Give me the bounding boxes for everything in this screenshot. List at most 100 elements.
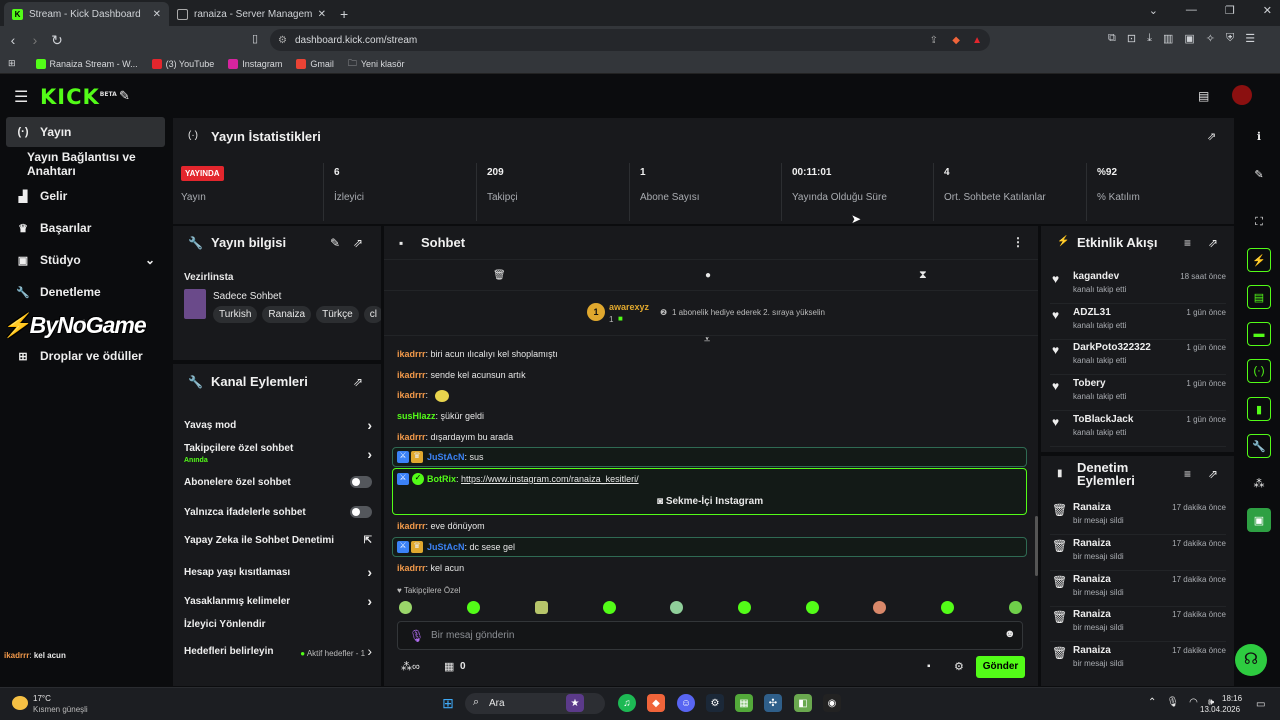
instagram-link[interactable]: https://www.instagram.com/ranaiza_kesitl… bbox=[461, 474, 639, 484]
bookmark-ranaiza[interactable]: Ranaiza Stream - W... bbox=[35, 58, 138, 69]
action-account-age[interactable]: Hesap yaşı kısıtlaması › bbox=[184, 564, 372, 580]
popout-icon[interactable]: ⇗ bbox=[1207, 130, 1216, 143]
action-ai-moderation[interactable]: Yapay Zeka ile Sohbet Denetimi ⇱ bbox=[184, 535, 372, 546]
action-raid[interactable]: İzleyici Yönlendir bbox=[184, 619, 372, 630]
chat-icon[interactable]: ● bbox=[705, 270, 711, 281]
windows-start-icon[interactable]: ⊞ bbox=[439, 694, 457, 712]
chat-input[interactable]: 🎙 Bir mesaj gönderin ☻ bbox=[397, 621, 1023, 650]
wallet-icon[interactable]: ▣ bbox=[1184, 32, 1194, 45]
app-icon[interactable]: ▣ bbox=[1247, 508, 1271, 532]
cube-app-icon[interactable]: ◧ bbox=[794, 694, 812, 712]
notification-icon[interactable]: ▭ bbox=[1256, 699, 1265, 710]
chat-settings-icon[interactable]: ▪ bbox=[927, 661, 931, 672]
obs-icon[interactable]: ◉ bbox=[823, 694, 841, 712]
sidebar-item-gelir[interactable]: ▟ Gelir bbox=[6, 181, 165, 211]
emote-icon[interactable] bbox=[873, 601, 886, 614]
tab-server-management[interactable]: ranaiza - Server Management | MCSe ✕ bbox=[169, 2, 334, 26]
extensions-icon[interactable]: ⧉ bbox=[1108, 32, 1116, 45]
chat-icon[interactable]: ▬ bbox=[1247, 322, 1271, 346]
emote-icon[interactable] bbox=[738, 601, 751, 614]
close-tab-icon[interactable]: ✕ bbox=[153, 9, 161, 20]
popout-icon[interactable]: ⇗ bbox=[1208, 467, 1218, 481]
apps-grid-icon[interactable]: ⊞ bbox=[8, 58, 16, 69]
popout-icon[interactable]: ⇗ bbox=[353, 236, 363, 250]
maximize-icon[interactable]: ❐ bbox=[1225, 4, 1235, 17]
tab-search-icon[interactable]: ⌄ bbox=[1149, 4, 1158, 17]
channel-points-icon[interactable]: ⁂ bbox=[1247, 471, 1271, 495]
action-goals[interactable]: Hedefleri belirleyin ● Aktif hedefler - 1… bbox=[184, 643, 372, 659]
edit-icon[interactable]: ✎ bbox=[330, 236, 340, 250]
close-tab-icon[interactable]: ✕ bbox=[318, 9, 326, 20]
chat-scrollbar[interactable] bbox=[1035, 516, 1038, 576]
sidebar-item-basarilar[interactable]: ♛ Başarılar bbox=[6, 213, 165, 243]
filter-icon[interactable]: ≡ bbox=[1184, 467, 1191, 481]
leo-icon[interactable]: ✧ bbox=[1206, 32, 1215, 45]
sidebar-item-yayin[interactable]: (·) Yayın bbox=[6, 117, 165, 147]
clock-date[interactable]: 13.04.2026 bbox=[1200, 705, 1240, 714]
edit-icon[interactable]: ✎ bbox=[1247, 162, 1271, 186]
action-followers-only[interactable]: Takipçilere özel sohbet Anında › bbox=[184, 442, 372, 466]
leaderboard-user[interactable]: awarexyz bbox=[609, 302, 649, 312]
network-icon[interactable]: ◠ bbox=[1189, 697, 1198, 708]
avatar[interactable] bbox=[1232, 85, 1252, 105]
tag-chip[interactable]: Ranaiza bbox=[262, 306, 312, 323]
pin-icon[interactable]: ✎ bbox=[119, 88, 130, 104]
document-icon[interactable]: ▤ bbox=[1247, 285, 1271, 309]
new-tab-icon[interactable]: + bbox=[340, 6, 348, 22]
channel-points-icon[interactable]: ⁂∞ bbox=[401, 660, 420, 673]
brave-shield-icon[interactable]: ◆ bbox=[952, 35, 960, 46]
download-icon[interactable]: ⤓ bbox=[1147, 32, 1152, 45]
bookmark-youtube[interactable]: (3) YouTube bbox=[151, 58, 214, 69]
subscribers-only-toggle[interactable] bbox=[350, 476, 372, 488]
brave-rewards-icon[interactable]: ▲ bbox=[972, 35, 982, 46]
minimize-icon[interactable]: — bbox=[1186, 4, 1197, 17]
network-app-icon[interactable]: ✣ bbox=[764, 694, 782, 712]
broadcast-icon[interactable]: (·) bbox=[1247, 359, 1271, 383]
sidebar-item-droplar[interactable]: ⊞ Droplar ve ödüller bbox=[6, 341, 165, 371]
store-icon[interactable]: ▦ bbox=[444, 660, 454, 673]
emoji-icon[interactable]: ☻ bbox=[1004, 628, 1016, 640]
emote-icon[interactable] bbox=[806, 601, 819, 614]
minecraft-icon[interactable]: ▦ bbox=[735, 694, 753, 712]
microphone-icon[interactable]: 🎙 bbox=[1166, 697, 1179, 708]
back-icon[interactable]: ‹ bbox=[2, 32, 24, 48]
screenshot-icon[interactable]: ⊡ bbox=[1127, 32, 1136, 45]
layout-icon[interactable]: ▤ bbox=[1198, 89, 1209, 103]
instagram-embed-button[interactable]: ◙ Sekme-İçi Instagram bbox=[657, 496, 763, 507]
filter-icon[interactable]: ≡ bbox=[1184, 236, 1191, 250]
sidebar-toggle-icon[interactable]: ▥ bbox=[1163, 32, 1173, 45]
tray-chevron-icon[interactable]: ⌃ bbox=[1148, 697, 1156, 708]
close-window-icon[interactable]: ✕ bbox=[1263, 4, 1272, 17]
emote-icon[interactable] bbox=[399, 601, 412, 614]
gear-icon[interactable]: ⚙ bbox=[954, 660, 964, 673]
emote-icon[interactable] bbox=[467, 601, 480, 614]
emote-icon[interactable] bbox=[670, 601, 683, 614]
emote-icon[interactable] bbox=[1009, 601, 1022, 614]
emote-only-toggle[interactable] bbox=[350, 506, 372, 518]
trash-icon[interactable]: 🗑 bbox=[493, 270, 506, 281]
bookmark-folder[interactable]: 🗀 Yeni klasör bbox=[348, 56, 405, 72]
emote-icon[interactable] bbox=[603, 601, 616, 614]
tag-chip[interactable]: Türkçe bbox=[316, 306, 359, 323]
discord-icon[interactable]: ☺ bbox=[677, 694, 695, 712]
emote-icon[interactable] bbox=[941, 601, 954, 614]
bookmark-gmail[interactable]: Gmail bbox=[296, 58, 334, 69]
share-icon[interactable]: ⇪ bbox=[930, 35, 938, 46]
taskbar-search[interactable]: ⌕ Ara bbox=[465, 693, 605, 714]
tag-chip[interactable]: Turkish bbox=[213, 306, 258, 323]
tab-kick-dashboard[interactable]: K Stream - Kick Dashboard ✕ bbox=[4, 2, 169, 26]
bookmark-icon[interactable]: ▯ bbox=[244, 32, 266, 45]
sidebar-item-denetleme[interactable]: 🔧 Denetleme bbox=[6, 277, 165, 307]
moderation-icon[interactable]: ▮ bbox=[1247, 397, 1271, 421]
send-button[interactable]: Gönder bbox=[976, 656, 1025, 678]
wrench-icon[interactable]: 🔧 bbox=[1247, 434, 1271, 458]
action-banned-words[interactable]: Yasaklanmış kelimeler › bbox=[184, 593, 372, 609]
hourglass-icon[interactable]: ⧗ bbox=[919, 269, 927, 282]
bookmark-instagram[interactable]: Instagram bbox=[228, 58, 282, 69]
support-chat-button[interactable]: ☊ bbox=[1235, 644, 1267, 676]
fullscreen-icon[interactable]: ⛶ bbox=[1247, 210, 1271, 234]
site-info-icon[interactable]: ⚙ bbox=[278, 35, 287, 46]
spotify-icon[interactable]: ♫ bbox=[618, 694, 636, 712]
sidebar-item-studyo[interactable]: ▣ Stüdyo ⌄ bbox=[6, 245, 165, 275]
category-name[interactable]: Sadece Sohbet bbox=[213, 291, 281, 302]
